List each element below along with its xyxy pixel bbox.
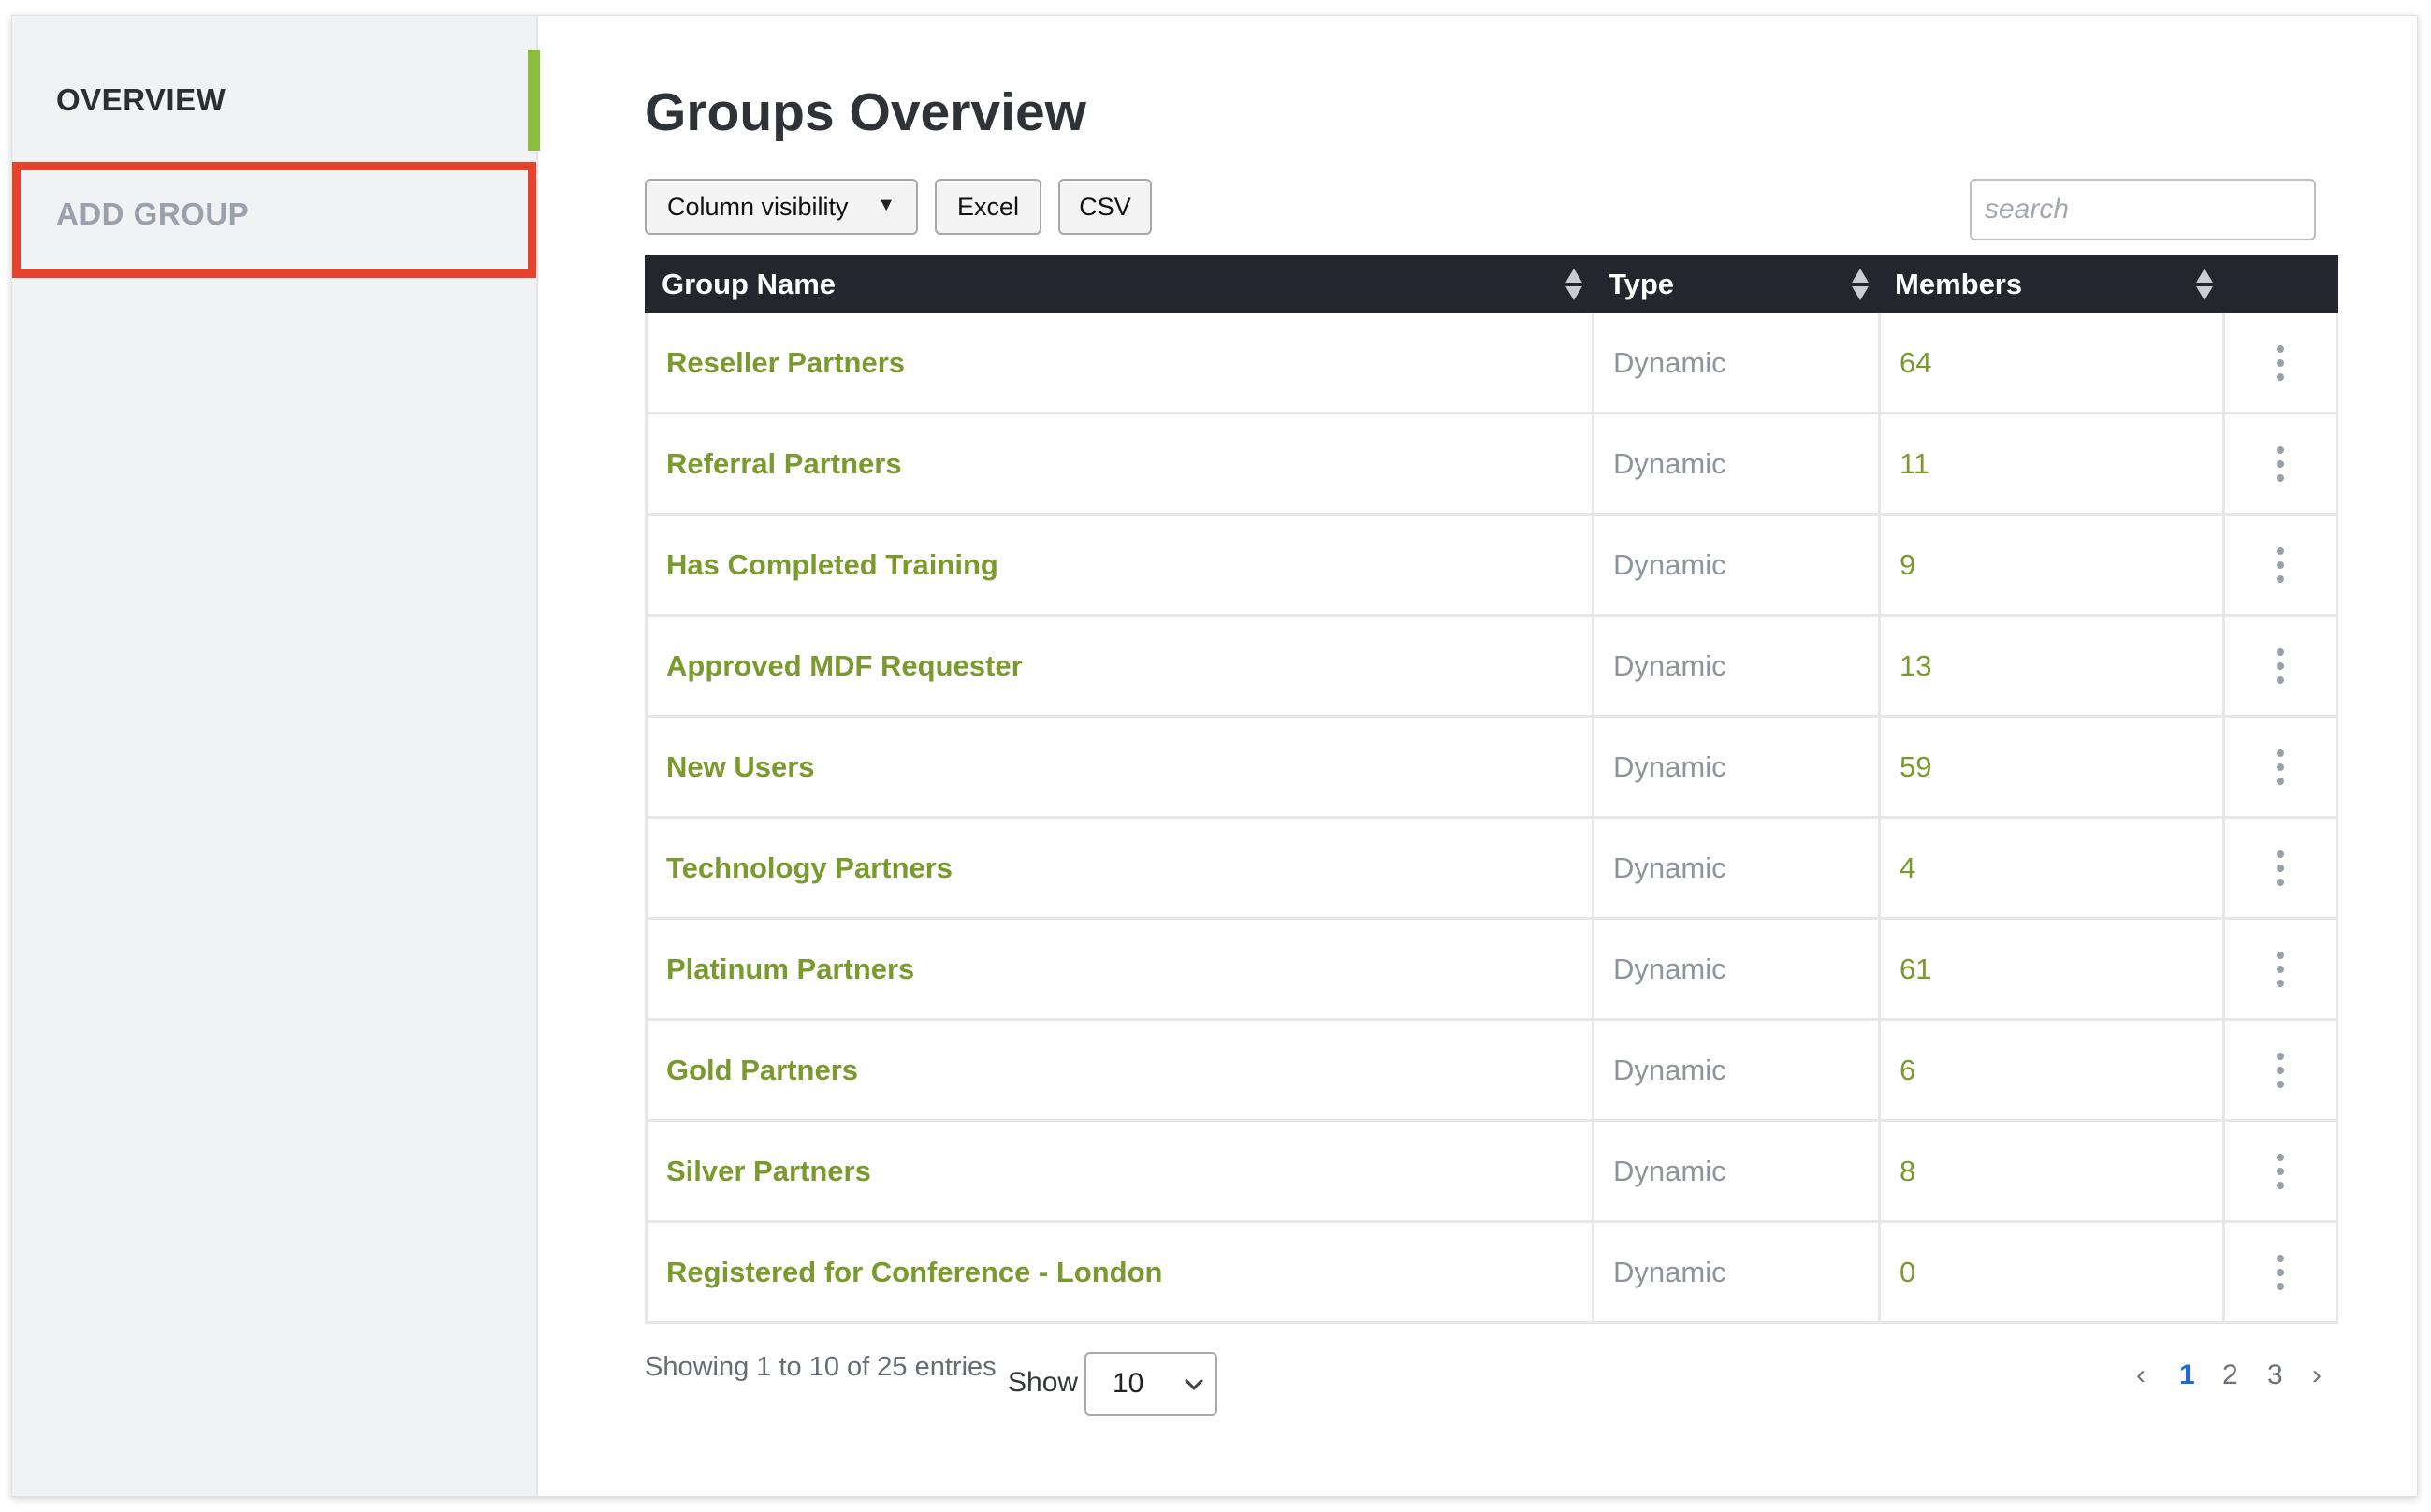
table-row: New Users Dynamic 59	[645, 718, 2338, 819]
table-row: Reseller Partners Dynamic 64	[645, 313, 2338, 414]
row-actions	[2222, 1223, 2338, 1321]
group-name-link[interactable]: Gold Partners	[645, 1021, 1592, 1119]
table-row: Gold Partners Dynamic 6	[645, 1021, 2338, 1122]
row-actions	[2222, 819, 2338, 917]
column-header-label: Group Name	[662, 268, 837, 300]
chevron-down-icon	[1185, 1372, 1203, 1390]
row-actions	[2222, 1021, 2338, 1119]
group-name-link[interactable]: Referral Partners	[645, 414, 1592, 513]
group-members: 64	[1878, 313, 2222, 412]
table-body: Reseller Partners Dynamic 64 Referral Pa…	[645, 313, 2338, 1324]
sort-icon	[1565, 269, 1582, 300]
group-members: 59	[1878, 718, 2222, 816]
group-members: 8	[1878, 1122, 2222, 1220]
group-type: Dynamic	[1592, 718, 1878, 816]
group-name-link[interactable]: Technology Partners	[645, 819, 1592, 917]
column-header-label: Members	[1895, 268, 2023, 300]
table-row: Technology Partners Dynamic 4	[645, 819, 2338, 920]
page-size-value: 10	[1113, 1368, 1144, 1399]
highlight-box	[12, 162, 536, 278]
sidebar-item-overview[interactable]: OVERVIEW	[12, 50, 540, 151]
more-vertical-icon[interactable]	[2267, 847, 2293, 890]
column-header-group-name[interactable]: Group Name	[645, 255, 1592, 313]
table-row: Silver Partners Dynamic 8	[645, 1122, 2338, 1223]
table-info: Showing 1 to 10 of 25 entries	[645, 1352, 997, 1382]
group-type: Dynamic	[1592, 920, 1878, 1018]
row-actions	[2222, 414, 2338, 513]
groups-table: Group Name Type Members Reseller Partner…	[645, 255, 2338, 1324]
more-vertical-icon[interactable]	[2267, 1251, 2293, 1294]
sidebar: OVERVIEW ADD GROUP	[12, 16, 540, 1496]
column-header-type[interactable]: Type	[1592, 255, 1878, 313]
group-members: 6	[1878, 1021, 2222, 1119]
row-actions	[2222, 718, 2338, 816]
group-type: Dynamic	[1592, 1021, 1878, 1119]
table-row: Has Completed Training Dynamic 9	[645, 516, 2338, 617]
group-type: Dynamic	[1592, 1122, 1878, 1220]
pagination-page-1[interactable]: 1	[2179, 1359, 2195, 1391]
group-name-link[interactable]: Reseller Partners	[645, 313, 1592, 412]
column-header-label: Type	[1609, 268, 1675, 300]
table-row: Approved MDF Requester Dynamic 13	[645, 617, 2338, 718]
pagination-next[interactable]: ›	[2312, 1359, 2322, 1391]
more-vertical-icon[interactable]	[2267, 342, 2293, 385]
sidebar-item-label: OVERVIEW	[56, 82, 226, 117]
column-header-actions	[2222, 255, 2338, 313]
column-visibility-label: Column visibility	[667, 192, 849, 221]
group-members: 11	[1878, 414, 2222, 513]
group-members: 4	[1878, 819, 2222, 917]
page-size-select[interactable]: 10	[1084, 1352, 1217, 1416]
row-actions	[2222, 920, 2338, 1018]
excel-button[interactable]: Excel	[935, 179, 1041, 235]
table-row: Platinum Partners Dynamic 61	[645, 920, 2338, 1021]
group-members: 0	[1878, 1223, 2222, 1321]
row-actions	[2222, 516, 2338, 614]
group-type: Dynamic	[1592, 617, 1878, 715]
group-type: Dynamic	[1592, 1223, 1878, 1321]
group-members: 9	[1878, 516, 2222, 614]
row-actions	[2222, 313, 2338, 412]
group-name-link[interactable]: New Users	[645, 718, 1592, 816]
table-row: Referral Partners Dynamic 11	[645, 414, 2338, 516]
group-members: 13	[1878, 617, 2222, 715]
more-vertical-icon[interactable]	[2267, 1150, 2293, 1193]
pagination-page-2[interactable]: 2	[2222, 1359, 2238, 1391]
group-name-link[interactable]: Has Completed Training	[645, 516, 1592, 614]
csv-button[interactable]: CSV	[1058, 179, 1152, 235]
more-vertical-icon[interactable]	[2267, 746, 2293, 789]
more-vertical-icon[interactable]	[2267, 645, 2293, 688]
pagination-prev[interactable]: ‹	[2136, 1359, 2146, 1391]
group-type: Dynamic	[1592, 414, 1878, 513]
sort-icon	[1852, 269, 1869, 300]
group-members: 61	[1878, 920, 2222, 1018]
group-name-link[interactable]: Registered for Conference - London	[645, 1223, 1592, 1321]
row-actions	[2222, 1122, 2338, 1220]
table-row: Registered for Conference - London Dynam…	[645, 1223, 2338, 1324]
column-header-members[interactable]: Members	[1878, 255, 2222, 313]
more-vertical-icon[interactable]	[2267, 1049, 2293, 1092]
group-type: Dynamic	[1592, 313, 1878, 412]
group-type: Dynamic	[1592, 516, 1878, 614]
sort-icon	[2196, 269, 2213, 300]
group-type: Dynamic	[1592, 819, 1878, 917]
app-window: OVERVIEW ADD GROUP Groups Overview Colum…	[11, 15, 2418, 1497]
caret-down-icon: ▼	[877, 195, 895, 215]
group-name-link[interactable]: Approved MDF Requester	[645, 617, 1592, 715]
active-indicator	[528, 50, 540, 151]
column-visibility-button[interactable]: Column visibility ▼	[645, 179, 918, 235]
more-vertical-icon[interactable]	[2267, 948, 2293, 991]
table-header: Group Name Type Members	[645, 255, 2338, 313]
more-vertical-icon[interactable]	[2267, 443, 2293, 486]
group-name-link[interactable]: Silver Partners	[645, 1122, 1592, 1220]
search-input[interactable]	[1970, 179, 2316, 240]
pagination-page-3[interactable]: 3	[2267, 1359, 2283, 1391]
more-vertical-icon[interactable]	[2267, 544, 2293, 587]
group-name-link[interactable]: Platinum Partners	[645, 920, 1592, 1018]
row-actions	[2222, 617, 2338, 715]
show-label: Show	[1008, 1367, 1079, 1398]
page-title: Groups Overview	[645, 82, 1087, 142]
